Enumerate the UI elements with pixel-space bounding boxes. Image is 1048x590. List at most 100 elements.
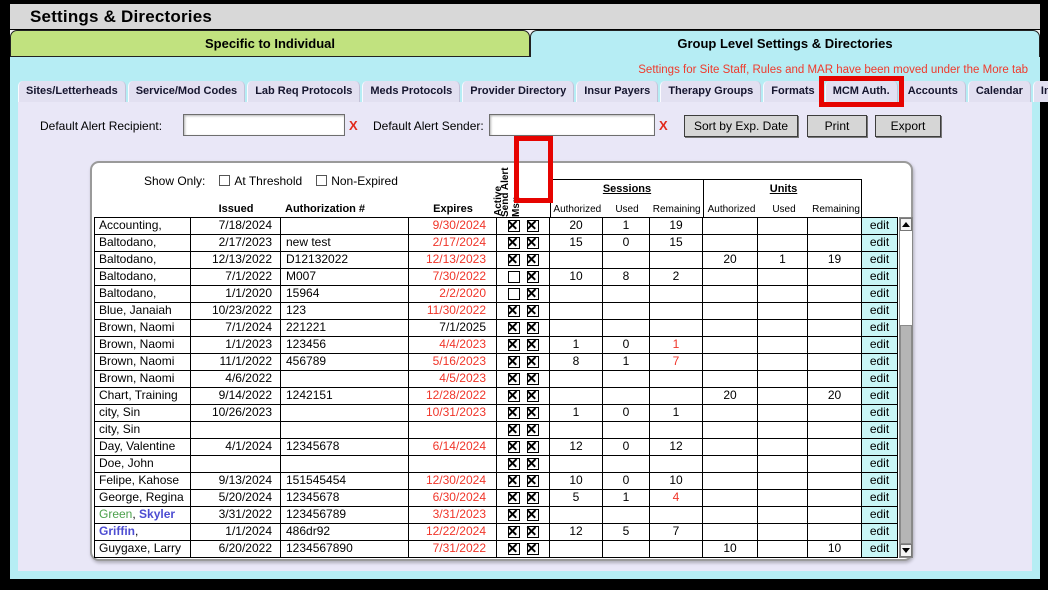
subtab-lab-req-protocols[interactable]: Lab Req Protocols bbox=[247, 81, 360, 102]
cell-units-remaining bbox=[808, 303, 862, 320]
edit-button[interactable]: edit bbox=[862, 320, 898, 337]
send-alert-msg-checkbox[interactable] bbox=[527, 407, 539, 419]
active-checkbox[interactable] bbox=[508, 271, 520, 283]
active-checkbox[interactable] bbox=[508, 458, 520, 470]
export-button[interactable]: Export bbox=[875, 115, 941, 137]
subtab-accounts[interactable]: Accounts bbox=[900, 81, 966, 102]
active-checkbox[interactable] bbox=[508, 526, 520, 538]
cell-expires: 7/30/2022 bbox=[409, 269, 497, 286]
send-alert-msg-checkbox[interactable] bbox=[527, 390, 539, 402]
subtab-provider-directory[interactable]: Provider Directory bbox=[462, 81, 574, 102]
send-alert-msg-checkbox[interactable] bbox=[527, 305, 539, 317]
send-alert-msg-checkbox[interactable] bbox=[527, 373, 539, 385]
active-checkbox[interactable] bbox=[508, 305, 520, 317]
edit-button[interactable]: edit bbox=[862, 490, 898, 507]
cell-expires: 11/30/2022 bbox=[409, 303, 497, 320]
subtab-integrations[interactable]: Integrations bbox=[1033, 81, 1048, 102]
cell-issued: 7/1/2024 bbox=[191, 320, 281, 337]
send-alert-msg-checkbox[interactable] bbox=[527, 492, 539, 504]
default-alert-sender-input[interactable] bbox=[489, 114, 655, 136]
edit-button[interactable]: edit bbox=[862, 269, 898, 286]
active-checkbox[interactable] bbox=[508, 407, 520, 419]
subtab-sites-letterheads[interactable]: Sites/Letterheads bbox=[18, 81, 126, 102]
clear-sender-x[interactable]: X bbox=[659, 118, 668, 133]
active-checkbox[interactable] bbox=[508, 441, 520, 453]
active-checkbox[interactable] bbox=[508, 424, 520, 436]
cell-units-authorized bbox=[703, 422, 758, 439]
send-alert-msg-checkbox[interactable] bbox=[527, 475, 539, 487]
edit-button[interactable]: edit bbox=[862, 252, 898, 269]
tab-group-level-settings[interactable]: Group Level Settings & Directories bbox=[530, 30, 1040, 57]
cell-name: Green, Skyler bbox=[95, 507, 191, 524]
default-alert-recipient-input[interactable] bbox=[183, 114, 345, 136]
scrollbar-thumb[interactable] bbox=[900, 325, 912, 544]
cell-sessions-used bbox=[603, 507, 650, 524]
active-checkbox[interactable] bbox=[508, 339, 520, 351]
active-checkbox[interactable] bbox=[508, 220, 520, 232]
edit-button[interactable]: edit bbox=[862, 456, 898, 473]
send-alert-msg-checkbox[interactable] bbox=[527, 322, 539, 334]
vertical-scrollbar[interactable] bbox=[899, 217, 913, 558]
cell-sessions-remaining bbox=[650, 541, 703, 558]
active-checkbox[interactable] bbox=[508, 492, 520, 504]
active-checkbox[interactable] bbox=[508, 322, 520, 334]
scroll-up-button[interactable] bbox=[900, 218, 912, 231]
cell-units-remaining bbox=[808, 439, 862, 456]
active-checkbox[interactable] bbox=[508, 509, 520, 521]
name-part: Green bbox=[99, 507, 132, 521]
subtab-therapy-groups[interactable]: Therapy Groups bbox=[660, 81, 761, 102]
edit-button[interactable]: edit bbox=[862, 371, 898, 388]
print-button[interactable]: Print bbox=[807, 115, 867, 137]
edit-button[interactable]: edit bbox=[862, 422, 898, 439]
edit-button[interactable]: edit bbox=[862, 405, 898, 422]
sort-by-exp-date-button[interactable]: Sort by Exp. Date bbox=[684, 115, 798, 137]
name-part: Accounting, bbox=[99, 218, 162, 232]
edit-button[interactable]: edit bbox=[862, 541, 898, 558]
subtab-calendar[interactable]: Calendar bbox=[968, 81, 1031, 102]
send-alert-msg-checkbox[interactable] bbox=[527, 271, 539, 283]
tab-specific-to-individual[interactable]: Specific to Individual bbox=[10, 30, 530, 57]
edit-button[interactable]: edit bbox=[862, 337, 898, 354]
at-threshold-checkbox[interactable] bbox=[219, 175, 230, 186]
edit-button[interactable]: edit bbox=[862, 235, 898, 252]
edit-button[interactable]: edit bbox=[862, 507, 898, 524]
send-alert-msg-checkbox[interactable] bbox=[527, 220, 539, 232]
send-alert-msg-checkbox[interactable] bbox=[527, 424, 539, 436]
active-checkbox[interactable] bbox=[508, 237, 520, 249]
edit-button[interactable]: edit bbox=[862, 388, 898, 405]
send-alert-msg-checkbox[interactable] bbox=[527, 543, 539, 555]
edit-button[interactable]: edit bbox=[862, 218, 898, 235]
active-checkbox[interactable] bbox=[508, 543, 520, 555]
subtab-service-mod-codes[interactable]: Service/Mod Codes bbox=[128, 81, 245, 102]
send-alert-msg-checkbox[interactable] bbox=[527, 509, 539, 521]
cell-units-remaining bbox=[808, 405, 862, 422]
edit-button[interactable]: edit bbox=[862, 439, 898, 456]
edit-button[interactable]: edit bbox=[862, 303, 898, 320]
send-alert-msg-checkbox[interactable] bbox=[527, 254, 539, 266]
edit-button[interactable]: edit bbox=[862, 286, 898, 303]
send-alert-msg-checkbox[interactable] bbox=[527, 458, 539, 470]
active-checkbox[interactable] bbox=[508, 288, 520, 300]
edit-button[interactable]: edit bbox=[862, 354, 898, 371]
non-expired-checkbox[interactable] bbox=[316, 175, 327, 186]
subtab-formats[interactable]: Formats bbox=[763, 81, 822, 102]
active-checkbox[interactable] bbox=[508, 475, 520, 487]
send-alert-msg-checkbox[interactable] bbox=[527, 441, 539, 453]
send-alert-msg-checkbox[interactable] bbox=[527, 339, 539, 351]
table-row: Baltodano,7/1/2022M0077/30/20221082edit bbox=[95, 269, 898, 286]
active-checkbox[interactable] bbox=[508, 254, 520, 266]
send-alert-msg-checkbox[interactable] bbox=[527, 356, 539, 368]
subtab-insur-payers[interactable]: Insur Payers bbox=[576, 81, 658, 102]
edit-button[interactable]: edit bbox=[862, 473, 898, 490]
send-alert-msg-checkbox[interactable] bbox=[527, 288, 539, 300]
clear-recipient-x[interactable]: X bbox=[349, 118, 358, 133]
scroll-down-button[interactable] bbox=[900, 544, 912, 557]
edit-button[interactable]: edit bbox=[862, 524, 898, 541]
cell-authorization-number: 12345678 bbox=[281, 490, 409, 507]
send-alert-msg-checkbox[interactable] bbox=[527, 526, 539, 538]
active-checkbox[interactable] bbox=[508, 390, 520, 402]
send-alert-msg-checkbox[interactable] bbox=[527, 237, 539, 249]
active-checkbox[interactable] bbox=[508, 356, 520, 368]
active-checkbox[interactable] bbox=[508, 373, 520, 385]
subtab-meds-protocols[interactable]: Meds Protocols bbox=[362, 81, 460, 102]
